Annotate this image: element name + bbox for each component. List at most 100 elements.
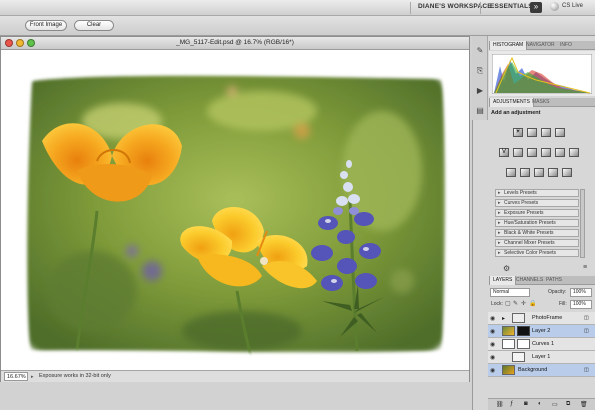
tab-info[interactable]: INFO <box>557 41 575 50</box>
channel-mixer-icon[interactable] <box>569 148 579 157</box>
layer-thumbnail <box>502 365 515 375</box>
fx-icon[interactable]: ƒ <box>510 401 513 407</box>
document-window: _MG_5117-Edit.psd @ 16.7% (RGB/16*) 16.6… <box>0 36 470 382</box>
front-image-button[interactable]: Front Image <box>25 20 67 31</box>
adjustments-tab-bar: ADJUSTMENTS MASKS <box>489 98 595 107</box>
lock-position-icon[interactable]: ✛ <box>521 300 526 307</box>
preset-channel-mixer[interactable]: Channel Mixer Presets <box>495 239 579 247</box>
status-arrow-icon[interactable]: ▸ <box>31 374 34 380</box>
visibility-eye-icon[interactable]: ◉ <box>490 341 495 348</box>
visibility-eye-icon[interactable]: ◉ <box>490 354 495 361</box>
layer-mask-thumbnail <box>517 339 530 349</box>
preset-curves[interactable]: Curves Presets <box>495 199 579 207</box>
options-bar: Front Image Clear <box>0 16 595 36</box>
flower-photo <box>2 51 468 369</box>
layer-name: Layer 2 <box>532 328 551 334</box>
preset-selective-color[interactable]: Selective Color Presets <box>495 249 579 257</box>
exposure-icon[interactable] <box>555 128 565 137</box>
brush-preset-icon[interactable]: ✎ <box>475 46 485 56</box>
visibility-eye-icon[interactable]: ◉ <box>490 328 495 335</box>
layer-name: Layer 1 <box>532 354 551 360</box>
tab-channels[interactable]: CHANNELS <box>513 276 546 285</box>
invert-icon[interactable] <box>506 168 516 177</box>
black-white-icon[interactable] <box>541 148 551 157</box>
tab-masks[interactable]: MASKS <box>529 98 553 107</box>
threshold-icon[interactable] <box>534 168 544 177</box>
opacity-label: Opacity: <box>548 289 567 295</box>
new-adjustment-icon[interactable]: ◐ <box>538 401 542 407</box>
curves-icon[interactable] <box>541 128 551 137</box>
layer-name: Background <box>518 367 548 373</box>
layer-thumbnail <box>502 326 515 336</box>
layer-fx-icon[interactable]: ◫ <box>584 315 589 321</box>
selective-color-icon[interactable] <box>562 168 572 177</box>
presets-scrollbar[interactable] <box>580 189 585 258</box>
curves-adjustment-icon <box>502 339 515 349</box>
opacity-field[interactable]: 100% <box>570 288 592 297</box>
layer-fx-icon[interactable]: ◫ <box>584 328 589 334</box>
document-title-bar[interactable]: _MG_5117-Edit.psd @ 16.7% (RGB/16*) <box>1 37 469 50</box>
lock-all-icon[interactable]: 🔒 <box>529 300 536 307</box>
application-bar: DIANE'S WORKSPACE ESSENTIALS » CS Live <box>0 0 595 16</box>
cs-live-icon <box>550 2 559 11</box>
adjustment-options-icon[interactable]: ⚙ <box>503 264 510 273</box>
lock-image-icon[interactable]: ✎ <box>513 300 518 307</box>
separator <box>480 2 481 14</box>
visibility-eye-icon[interactable]: ◉ <box>490 367 495 374</box>
layers-bottom-bar: ⛓ ƒ ◙ ◐ ▭ ⧉ 🗑 <box>488 398 595 410</box>
posterize-icon[interactable] <box>520 168 530 177</box>
tab-paths[interactable]: PATHS <box>543 276 565 285</box>
tab-histogram[interactable]: HISTOGRAM <box>489 41 528 50</box>
histogram-tab-bar: HISTOGRAM NAVIGATOR INFO <box>489 41 595 50</box>
histogram-panel <box>489 51 595 96</box>
image-canvas[interactable] <box>2 51 468 369</box>
add-adjustment-label: Add an adjustment <box>491 110 541 116</box>
layer-comps-icon[interactable]: ▤ <box>475 106 485 116</box>
zoom-field[interactable]: 16.67% <box>4 372 28 381</box>
status-bar: 16.67% ▸ Exposure works in 32-bit only <box>1 370 469 382</box>
layer-fx-icon[interactable]: ◫ <box>584 367 589 373</box>
clone-source-icon[interactable]: ⎘ <box>475 66 485 76</box>
cs-live-menu[interactable]: CS Live <box>562 3 583 9</box>
tab-adjustments[interactable]: ADJUSTMENTS <box>489 98 534 107</box>
layer-name: Curves 1 <box>532 341 555 347</box>
visibility-eye-icon[interactable]: ◉ <box>490 315 495 322</box>
separator <box>410 2 411 14</box>
lock-transparent-icon[interactable]: ▢ <box>505 300 511 307</box>
new-group-icon[interactable]: ▭ <box>552 401 558 408</box>
layer-row[interactable]: ◉ ▸ PhotoFrame ◫ <box>488 312 595 325</box>
tab-navigator[interactable]: NAVIGATOR <box>523 41 558 50</box>
color-balance-icon[interactable] <box>527 148 537 157</box>
brightness-contrast-icon[interactable]: ☀ <box>513 128 523 137</box>
link-layers-icon[interactable]: ⛓ <box>496 401 504 408</box>
layers-tab-bar: LAYERS CHANNELS PATHS <box>489 276 595 285</box>
actions-icon[interactable]: ▶ <box>475 86 485 96</box>
panel-menu-icon[interactable]: ≡ <box>583 264 587 271</box>
hue-saturation-icon[interactable] <box>513 148 523 157</box>
preset-black-white[interactable]: Black & White Presets <box>495 229 579 237</box>
more-workspaces-button[interactable]: » <box>530 2 542 13</box>
gradient-map-icon[interactable] <box>548 168 558 177</box>
layer-thumbnail <box>512 352 525 362</box>
photo-filter-icon[interactable] <box>555 148 565 157</box>
layer-thumbnail <box>512 313 525 323</box>
preset-exposure[interactable]: Exposure Presets <box>495 209 579 217</box>
layer-mask-thumbnail <box>517 326 530 336</box>
fill-field[interactable]: 100% <box>570 300 592 309</box>
clear-button[interactable]: Clear <box>74 20 114 31</box>
preset-hue-saturation[interactable]: Hue/Saturation Presets <box>495 219 579 227</box>
essentials-workspace[interactable]: ESSENTIALS <box>490 3 533 10</box>
new-layer-icon[interactable]: ⧉ <box>566 401 570 408</box>
layer-row[interactable]: ◉ Layer 1 <box>488 351 595 364</box>
trash-icon[interactable]: 🗑 <box>580 401 588 408</box>
layer-row[interactable]: ◉ Background ◫ <box>488 364 595 377</box>
blend-mode-select[interactable]: Normal <box>490 288 530 297</box>
preset-levels[interactable]: Levels Presets <box>495 189 579 197</box>
layer-row[interactable]: ◉ Curves 1 <box>488 338 595 351</box>
layer-row[interactable]: ◉ Layer 2 ◫ <box>488 325 595 338</box>
add-mask-icon[interactable]: ◙ <box>524 401 528 407</box>
vibrance-icon[interactable]: V <box>499 148 509 157</box>
layer-name: PhotoFrame <box>532 315 563 321</box>
levels-icon[interactable] <box>527 128 537 137</box>
lock-label: Lock: <box>491 301 503 307</box>
